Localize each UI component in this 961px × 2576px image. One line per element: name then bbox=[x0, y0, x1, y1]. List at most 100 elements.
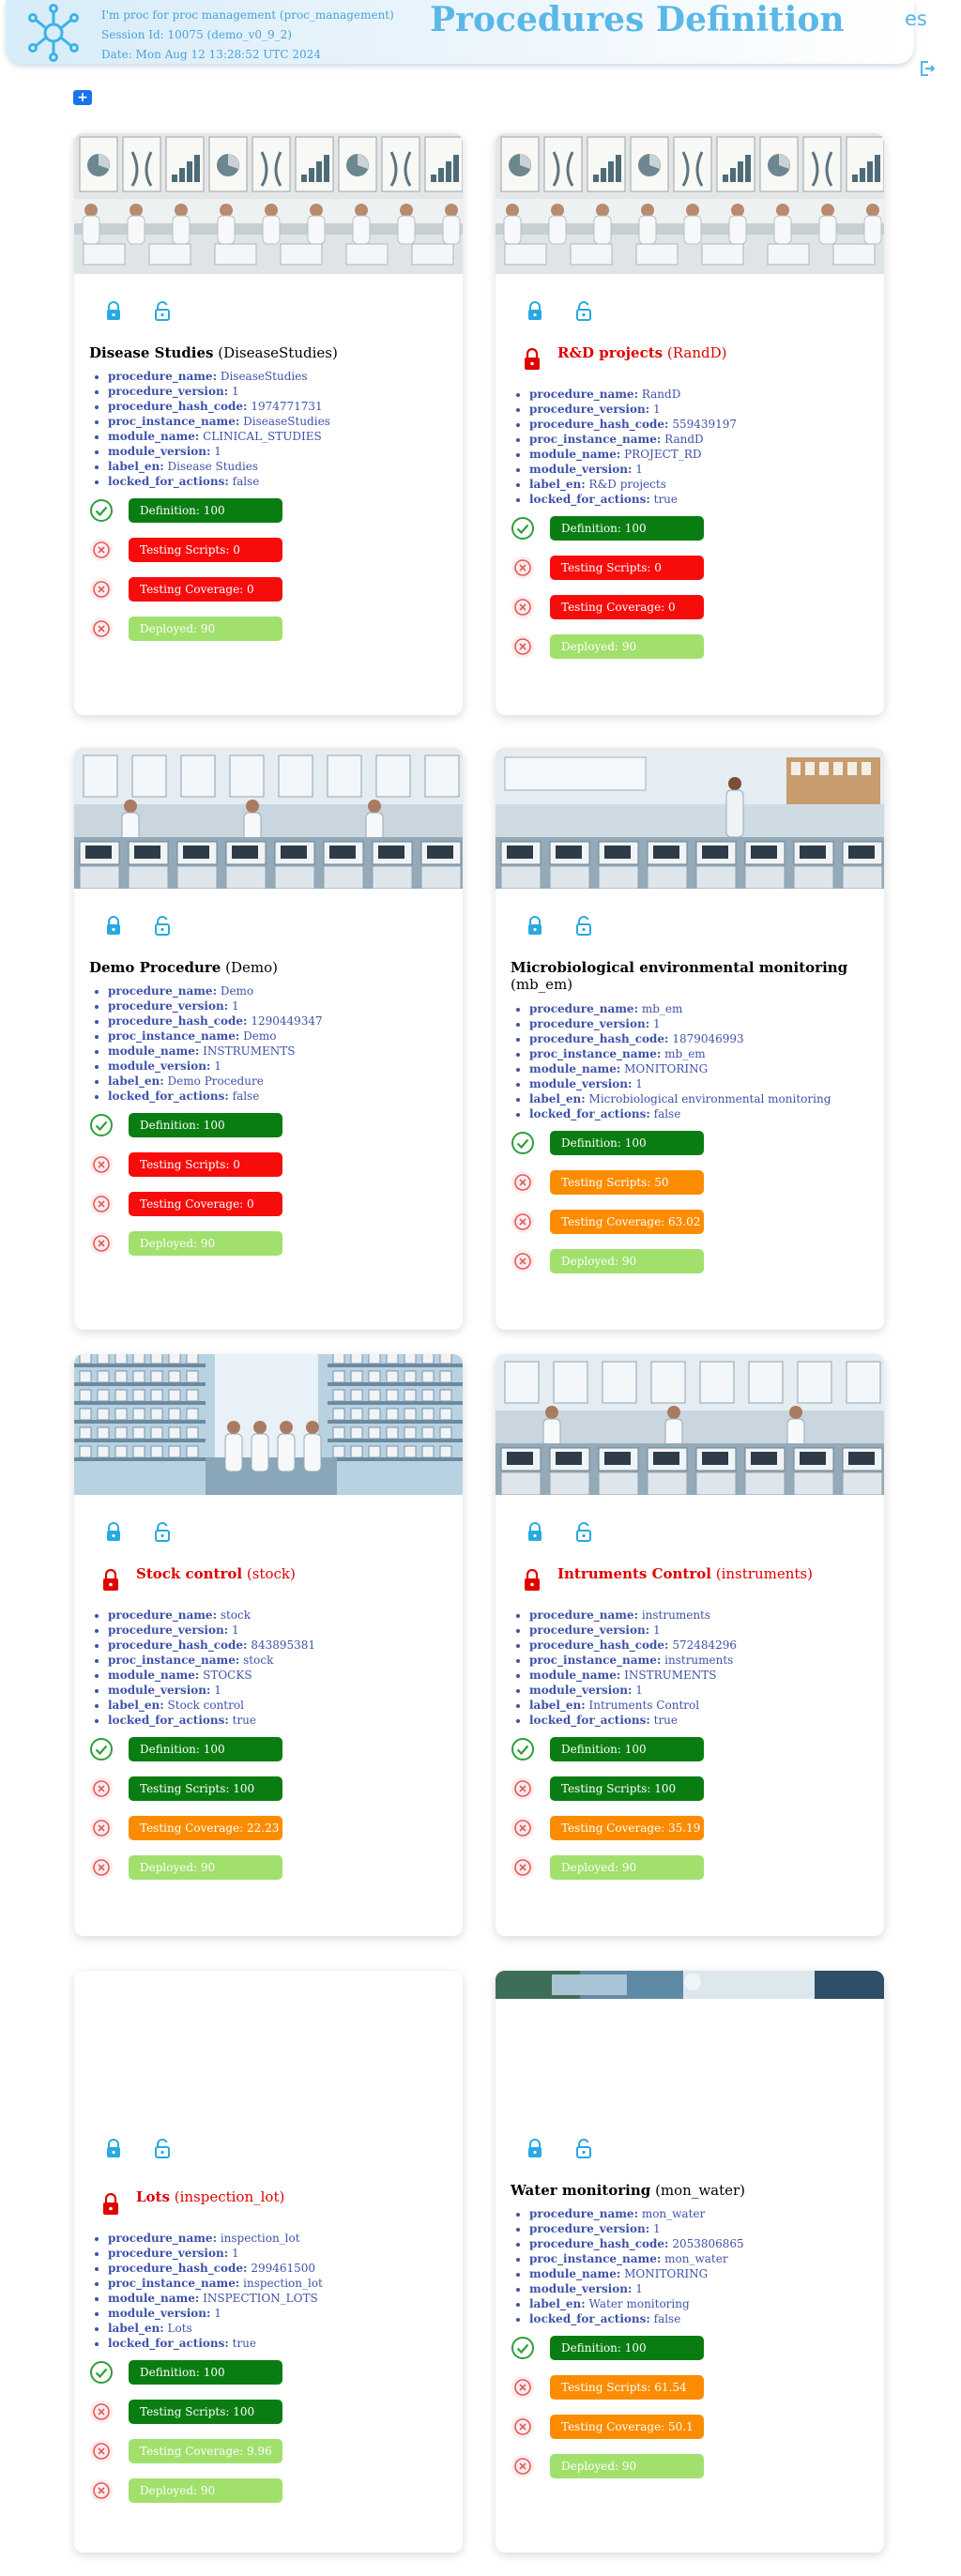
lock-button[interactable] bbox=[102, 915, 125, 941]
testing-scripts-badge[interactable]: Testing Scripts: 100 bbox=[550, 1776, 704, 1801]
property-item: procedure_version: 1 bbox=[529, 1623, 737, 1638]
session-info: I'm proc for proc management (proc_manag… bbox=[101, 6, 394, 65]
date-line: Date: Mon Aug 12 13:28:52 UTC 2024 bbox=[101, 48, 321, 61]
lock-button[interactable] bbox=[102, 2138, 125, 2164]
property-value: R&D projects bbox=[588, 478, 666, 491]
lock-button[interactable] bbox=[524, 1521, 546, 1547]
testing-coverage-badge[interactable]: Testing Coverage: 9.96 bbox=[129, 2439, 282, 2463]
property-value: 1879046993 bbox=[672, 1032, 744, 1045]
procedure-properties: procedure_name: RandDprocedure_version: … bbox=[529, 387, 737, 507]
logout-icon[interactable] bbox=[920, 60, 935, 77]
testing-scripts-badge[interactable]: Testing Scripts: 100 bbox=[129, 2400, 282, 2424]
status-row-deployed: Deployed: 90 bbox=[89, 1231, 282, 1256]
status-row-testing-scripts: Testing Scripts: 0 bbox=[89, 1152, 282, 1177]
property-item: procedure_name: mon_water bbox=[529, 2206, 744, 2221]
property-item: label_en: Intruments Control bbox=[529, 1698, 737, 1713]
lock-closed-icon bbox=[524, 1521, 546, 1544]
language-switch[interactable]: es bbox=[905, 8, 927, 30]
property-key: procedure_version: bbox=[529, 2222, 650, 2235]
property-value: Water monitoring bbox=[588, 2297, 690, 2310]
procedure-name: Lots bbox=[136, 2188, 170, 2205]
procedure-card[interactable]: Demo Procedure (Demo) procedure_name: Dem… bbox=[74, 748, 463, 1330]
property-item: label_en: Disease Studies bbox=[108, 459, 330, 474]
procedure-title: Microbiological environmental monitoring… bbox=[511, 959, 867, 993]
deployed-badge[interactable]: Deployed: 90 bbox=[129, 1231, 282, 1256]
testing-coverage-badge[interactable]: Testing Coverage: 22.23 bbox=[129, 1816, 282, 1840]
unlock-button[interactable] bbox=[572, 2138, 595, 2164]
property-key: procedure_version: bbox=[108, 1623, 229, 1637]
testing-coverage-badge[interactable]: Testing Coverage: 63.02 bbox=[550, 1210, 704, 1234]
procedure-card[interactable]: Stock control (stock) procedure_name: sto… bbox=[74, 1354, 463, 1936]
procedure-card[interactable]: Lots (inspection_lot) procedure_name: ins… bbox=[74, 1971, 463, 2553]
property-item: procedure_version: 1 bbox=[108, 2246, 323, 2261]
testing-coverage-badge[interactable]: Testing Coverage: 0 bbox=[550, 595, 704, 619]
testing-coverage-badge[interactable]: Testing Coverage: 0 bbox=[129, 577, 282, 602]
property-key: module_name: bbox=[529, 1669, 621, 1682]
testing-scripts-badge[interactable]: Testing Scripts: 0 bbox=[550, 556, 704, 580]
lock-button[interactable] bbox=[524, 2138, 546, 2164]
property-value: MONITORING bbox=[624, 1062, 709, 1075]
lock-open-icon bbox=[151, 1521, 174, 1544]
unlock-button[interactable] bbox=[151, 2138, 174, 2164]
unlock-button[interactable] bbox=[151, 915, 174, 941]
unlock-button[interactable] bbox=[572, 915, 595, 941]
status-row-testing-coverage: Testing Coverage: 0 bbox=[89, 1192, 282, 1216]
add-procedure-button[interactable]: + bbox=[73, 90, 92, 105]
unlock-button[interactable] bbox=[151, 300, 174, 327]
property-key: label_en: bbox=[529, 2297, 586, 2310]
testing-coverage-badge[interactable]: Testing Coverage: 0 bbox=[129, 1192, 282, 1216]
lock-open-icon bbox=[572, 300, 595, 323]
unlock-button[interactable] bbox=[572, 300, 595, 327]
testing-scripts-badge[interactable]: Testing Scripts: 50 bbox=[550, 1170, 704, 1195]
testing-scripts-badge[interactable]: Testing Scripts: 100 bbox=[129, 1776, 282, 1801]
property-value: true bbox=[653, 493, 679, 506]
deployed-badge[interactable]: Deployed: 90 bbox=[550, 634, 704, 659]
procedure-card[interactable]: Disease Studies (DiseaseStudies)procedur… bbox=[74, 133, 463, 715]
locked-red-icon bbox=[100, 2192, 121, 2217]
deployed-badge[interactable]: Deployed: 90 bbox=[550, 1249, 704, 1273]
property-key: procedure_hash_code: bbox=[529, 2237, 669, 2250]
testing-scripts-badge[interactable]: Testing Scripts: 61.54 bbox=[550, 2375, 704, 2400]
testing-scripts-badge[interactable]: Testing Scripts: 0 bbox=[129, 1152, 282, 1177]
definition-badge[interactable]: Definition: 100 bbox=[129, 498, 282, 523]
lock-button[interactable] bbox=[102, 1521, 125, 1547]
property-key: module_name: bbox=[529, 448, 621, 461]
unlock-button[interactable] bbox=[572, 1521, 595, 1547]
definition-badge[interactable]: Definition: 100 bbox=[550, 2336, 704, 2360]
status-row-definition: Definition: 100 bbox=[511, 1737, 704, 1761]
lock-button[interactable] bbox=[524, 915, 546, 941]
lock-closed-icon bbox=[102, 1521, 125, 1544]
deployed-badge[interactable]: Deployed: 90 bbox=[129, 617, 282, 641]
testing-coverage-badge[interactable]: Testing Coverage: 35.19 bbox=[550, 1816, 704, 1840]
lock-closed-icon bbox=[524, 2138, 546, 2160]
unlock-button[interactable] bbox=[151, 1521, 174, 1547]
testing-coverage-badge[interactable]: Testing Coverage: 50.1 bbox=[550, 2415, 704, 2439]
definition-badge[interactable]: Definition: 100 bbox=[550, 1131, 704, 1155]
property-key: proc_instance_name: bbox=[108, 415, 240, 428]
lock-button[interactable] bbox=[524, 300, 546, 327]
lock-button[interactable] bbox=[102, 300, 125, 327]
testing-scripts-badge[interactable]: Testing Scripts: 0 bbox=[129, 538, 282, 562]
status-row-testing-coverage: Testing Coverage: 0 bbox=[511, 595, 704, 619]
property-item: proc_instance_name: instruments bbox=[529, 1653, 737, 1668]
procedure-card[interactable]: Water monitoring (mon_water) procedure_na… bbox=[496, 1971, 884, 2553]
lock-closed-icon bbox=[102, 915, 125, 937]
procedure-card[interactable]: Microbiological environmental monitoring… bbox=[496, 748, 884, 1330]
deployed-badge[interactable]: Deployed: 90 bbox=[550, 2454, 704, 2478]
property-value: Microbiological environmental monitoring bbox=[588, 1092, 831, 1105]
x-circle-icon bbox=[89, 1816, 114, 1840]
procedure-card[interactable]: Intruments Control (instruments) procedur… bbox=[496, 1354, 884, 1936]
property-key: procedure_name: bbox=[529, 1608, 638, 1622]
deployed-badge[interactable]: Deployed: 90 bbox=[550, 1855, 704, 1880]
definition-badge[interactable]: Definition: 100 bbox=[129, 2360, 282, 2385]
app-logo-icon[interactable] bbox=[23, 2, 84, 64]
definition-badge[interactable]: Definition: 100 bbox=[129, 1113, 282, 1137]
deployed-badge[interactable]: Deployed: 90 bbox=[129, 1855, 282, 1880]
property-key: label_en: bbox=[529, 1092, 586, 1105]
x-circle-icon bbox=[89, 1776, 114, 1801]
definition-badge[interactable]: Definition: 100 bbox=[129, 1737, 282, 1761]
definition-badge[interactable]: Definition: 100 bbox=[550, 516, 704, 541]
procedure-card[interactable]: R&D projects (RandD) procedure_name: Rand… bbox=[496, 133, 884, 715]
definition-badge[interactable]: Definition: 100 bbox=[550, 1737, 704, 1761]
deployed-badge[interactable]: Deployed: 90 bbox=[129, 2478, 282, 2503]
